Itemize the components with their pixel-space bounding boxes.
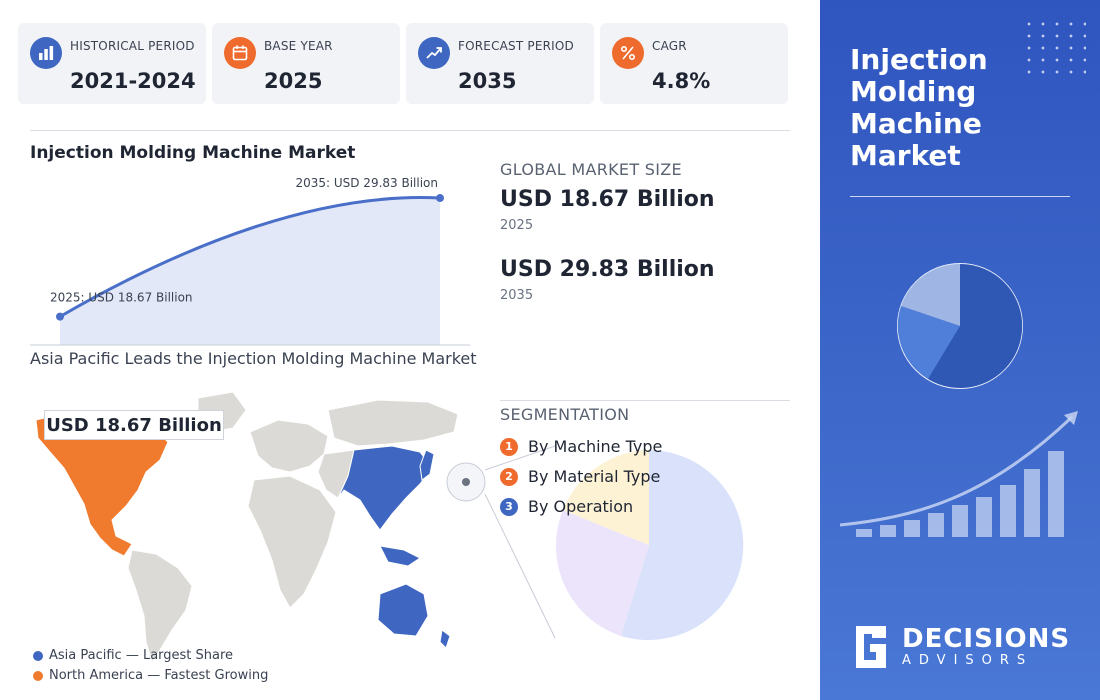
chart-point-end [436,194,444,203]
calendar-icon [224,37,256,69]
legend-item-north-america: North America — Fastest Growing [33,668,268,683]
market-size-value-2025: USD 18.67 Billion [500,187,715,212]
segment-number-badge: 3 [500,497,518,516]
decisions-advisors-logo-icon [856,626,886,668]
trend-up-icon [418,37,450,69]
legend-label: Asia Pacific — Largest Share [49,648,234,663]
growth-area-chart: 2025: USD 18.67 Billion 2035: USD 29.83 … [30,176,470,346]
map-region-south-america [127,549,193,664]
segment-label: By Machine Type [528,437,663,456]
segment-label: By Operation [528,497,634,516]
stat-card-base-year: BASE YEAR 2025 [212,23,400,104]
stat-card-cagr: CAGR 4.8% [600,23,788,104]
market-size-year-2025: 2025 [500,218,534,233]
banner-divider [850,196,1070,197]
map-region-australia [377,583,429,637]
chart-title: Injection Molding Machine Market [30,143,356,163]
market-size-year-2035: 2035 [500,288,534,303]
segment-item-operation[interactable]: 3 By Operation [500,497,633,516]
map-region-north-asia [327,399,459,447]
stat-label: BASE YEAR [264,39,333,53]
chart-start-label: 2025: USD 18.67 Billion [50,291,193,305]
segment-label: By Material Type [528,467,661,486]
stat-value: 4.8% [652,69,711,93]
segmentation-label: SEGMENTATION [500,405,630,424]
segment-item-material-type[interactable]: 2 By Material Type [500,467,660,486]
stats-row: HISTORICAL PERIOD 2021-2024 BASE YEAR 20… [18,23,790,104]
legend-label: North America — Fastest Growing [49,668,269,683]
report-banner: Injection Molding Machine Market DECISIO… [820,0,1100,700]
logo-wordmark: DECISIONS [902,624,1071,654]
bar-chart-icon [30,37,62,69]
chart-area-fill [60,197,440,345]
legend-dot [33,650,43,661]
stat-value: 2021-2024 [70,69,196,93]
banner-pie-icon [897,263,1023,389]
pie-zoom-dot [462,478,470,486]
percent-icon [612,37,644,69]
chart-end-label: 2035: USD 29.83 Billion [295,176,438,190]
banner-growth-bars-icon [840,411,1078,537]
divider [500,400,790,401]
market-size-label: GLOBAL MARKET SIZE [500,160,682,179]
stat-label: FORECAST PERIOD [458,39,574,53]
legend-item-asia-pacific: Asia Pacific — Largest Share [33,648,233,663]
stat-card-forecast-period: FORECAST PERIOD 2035 [406,23,594,104]
map-region-europe [249,419,329,473]
chart-point-start [56,312,64,321]
stat-value: 2035 [458,69,517,93]
segment-number-badge: 2 [500,467,518,486]
logo-subtitle: ADVISORS [902,653,1034,668]
banner-title: Injection Molding Machine Market [850,43,988,172]
map-region-southeast-asia [379,545,421,567]
map-region-africa [247,475,337,609]
map-callout: USD 18.67 Billion [44,410,224,440]
stat-label: HISTORICAL PERIOD [70,39,195,53]
segment-number-badge: 1 [500,437,518,456]
stat-label: CAGR [652,39,687,53]
stat-value: 2025 [264,69,323,93]
stat-card-historical-period: HISTORICAL PERIOD 2021-2024 [18,23,206,104]
map-title: Asia Pacific Leads the Injection Molding… [30,349,477,368]
company-logo: DECISIONS ADVISORS [850,624,1070,670]
segment-item-machine-type[interactable]: 1 By Machine Type [500,437,662,456]
legend-dot [33,670,43,681]
divider [30,130,790,131]
market-size-value-2035: USD 29.83 Billion [500,257,715,282]
map-region-asia-pacific [337,445,433,531]
